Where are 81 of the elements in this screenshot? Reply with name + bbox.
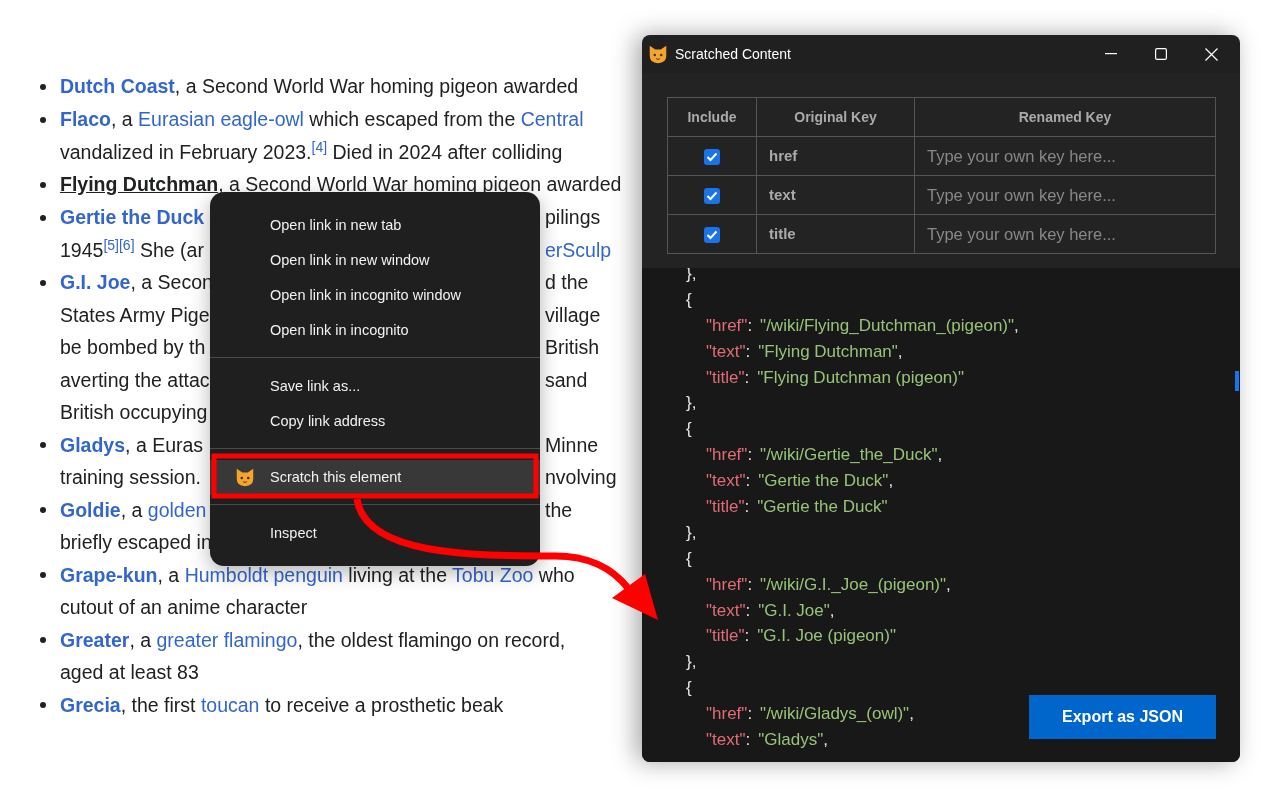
article-text: the <box>545 497 573 523</box>
article-text: States Army Pige <box>60 302 210 328</box>
column-header: Renamed Key <box>1018 109 1112 125</box>
code-line: "text": "Gladys", <box>705 729 828 752</box>
bullet-icon <box>40 442 46 448</box>
article-text: Gladys, a Euras <box>60 432 205 458</box>
menu-item[interactable]: Open link in incognito <box>210 312 540 348</box>
maximize-icon <box>1155 48 1167 60</box>
code-line: "text": "Gertie the Duck", <box>705 470 894 493</box>
renamed-key-field[interactable]: Type your own key here... <box>915 138 1215 174</box>
bullet-icon <box>40 702 46 708</box>
article-text: Greater, a greater flamingo, the oldest flamingo on record, <box>60 628 566 651</box>
article-text: cutout of an anime character <box>60 596 308 618</box>
article-text: Grecia, the first toucan to receive a prosthetic beak <box>60 693 504 716</box>
original-key: title <box>757 225 796 242</box>
menu-item[interactable]: Open link in incognito window <box>210 277 540 313</box>
column-header: Original Key <box>794 109 877 125</box>
article-text: Minne <box>545 432 600 458</box>
bullet-icon <box>40 214 46 221</box>
include-checkbox[interactable] <box>704 187 720 204</box>
close-icon <box>1204 47 1218 61</box>
menu-item[interactable]: Open link in new window <box>210 242 540 278</box>
code-line: }, <box>685 521 697 544</box>
article-text: Goldie, a golden <box>60 497 208 523</box>
article-text: pilings <box>545 205 602 230</box>
cat-icon <box>647 43 669 65</box>
bullet-icon <box>40 572 46 578</box>
article-text: Grape-kun, a Humboldt penguin living at the Tobu Zoo who <box>60 563 575 586</box>
article-text: erSculp <box>545 237 612 263</box>
renamed-key-field[interactable]: Type your own key here... <box>915 177 1215 213</box>
article-text: training session. <box>60 465 202 490</box>
article-text: d the <box>545 270 590 295</box>
menu-item[interactable]: Inspect <box>210 515 540 551</box>
article-text: sand <box>545 367 589 393</box>
export-button[interactable]: Export as JSON <box>1029 695 1216 739</box>
article-text: be bombed by th <box>60 335 207 360</box>
menu-item[interactable]: Open link in new tab <box>210 207 540 243</box>
include-checkbox[interactable] <box>704 148 720 165</box>
code-line: { <box>685 677 692 700</box>
article-text: aged at least 83 <box>60 661 199 683</box>
code-line: "title": "G.I. Joe (pigeon)" <box>705 625 896 648</box>
article-text: Gertie the Duck <box>60 205 206 230</box>
bullet-icon <box>40 279 46 286</box>
article-text: nvolving <box>545 465 617 490</box>
code-line: "href": "/wiki/Gertie_the_Duck", <box>705 444 943 467</box>
scrollbar-thumb[interactable] <box>1235 371 1239 391</box>
code-line: }, <box>685 651 697 674</box>
code-line: "href": "/wiki/Gladys_(owl)", <box>705 703 914 726</box>
minimize-icon <box>1105 53 1117 55</box>
article-text: Flaco, a Eurasian eagle-owl which escaped from the Central <box>60 108 584 130</box>
code-line: { <box>685 547 692 570</box>
code-line: "href": "/wiki/Flying_Dutchman_(pigeon)", <box>705 314 1019 337</box>
include-checkbox[interactable] <box>704 226 720 243</box>
original-key: text <box>757 186 796 203</box>
window-title: Scratched Content <box>675 46 792 62</box>
bullet-icon <box>40 181 46 188</box>
article-text: vandalized in February 2023.$^{[4]}$ Died in 2024 after colliding <box>60 140 563 163</box>
article-text: British <box>545 335 601 360</box>
original-key: href <box>757 147 798 164</box>
code-line: "title": "Gertie the Duck" <box>705 496 888 518</box>
code-line: "title": "Flying Dutchman (pigeon)" <box>705 366 964 389</box>
code-line: }, <box>685 392 697 415</box>
article-text: averting the attac <box>60 367 210 393</box>
code-line: "href": "/wiki/G.I._Joe_(pigeon)", <box>705 573 951 596</box>
code-line: { <box>685 418 692 441</box>
menu-item[interactable]: Save link as... <box>210 368 540 404</box>
article-text: village <box>545 302 601 328</box>
article-text: Dutch Coast, a Second World War homing pigeon awarded <box>60 75 579 97</box>
renamed-key-field[interactable]: Type your own key here... <box>915 216 1215 252</box>
code-line: "text": "G.I. Joe", <box>705 599 835 622</box>
bullet-icon <box>40 83 46 90</box>
article-text: British occupying <box>60 401 208 423</box>
menu-item[interactable]: Scratch this element <box>210 459 540 495</box>
code-line: { <box>685 288 692 311</box>
menu-item[interactable]: Copy link address <box>210 403 540 439</box>
column-header: Include <box>687 109 737 125</box>
code-line: "text": "Flying Dutchman", <box>705 340 903 363</box>
bullet-icon <box>40 116 46 123</box>
bullet-icon <box>40 507 46 513</box>
bullet-icon <box>40 637 46 643</box>
article-text: 1945$^{[5][6]}$ She (ar <box>60 235 205 263</box>
